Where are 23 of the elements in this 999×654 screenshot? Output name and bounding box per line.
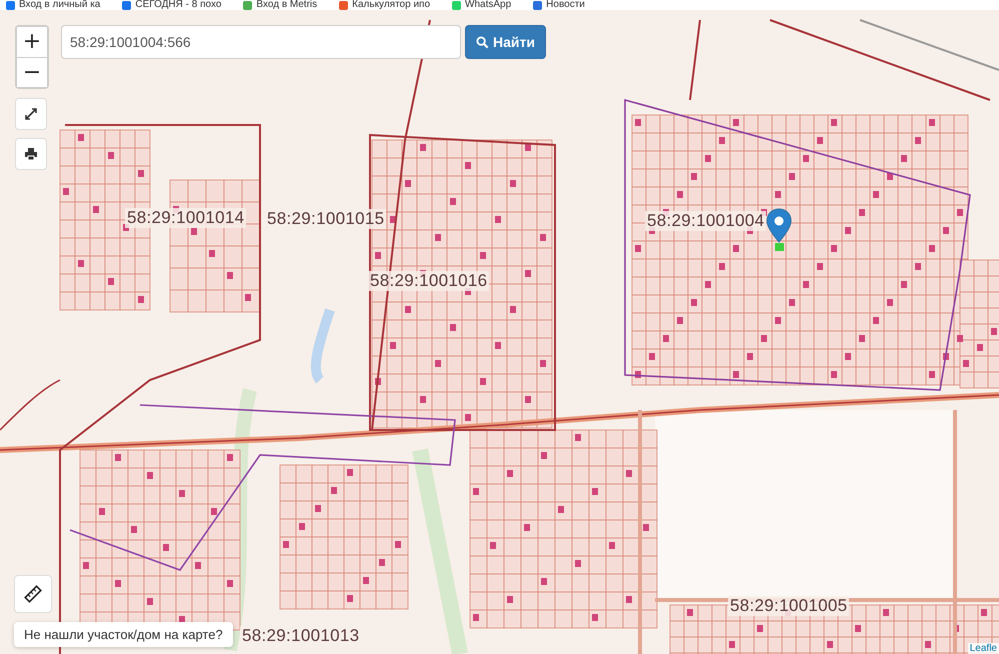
search-icon bbox=[476, 36, 489, 48]
cadastral-number-field[interactable]: 58:29:1001004:566 bbox=[61, 25, 461, 59]
expand-arrows-icon bbox=[24, 107, 38, 121]
zoom-out-button[interactable]: − bbox=[17, 57, 47, 87]
bookmark-link[interactable]: Калькулятор ипо bbox=[339, 0, 430, 10]
parcel-number-label: 58:29:1001016 bbox=[368, 271, 490, 291]
help-button[interactable]: Не нашли участок/дом на карте? bbox=[14, 622, 233, 647]
bookmark-link[interactable]: Новости bbox=[533, 0, 585, 10]
attribution-link[interactable]: Leafle bbox=[968, 643, 999, 654]
find-button[interactable]: Найти bbox=[465, 25, 546, 59]
parcel-number-label: 58:29:1001005 bbox=[728, 596, 850, 616]
measure-button[interactable] bbox=[14, 575, 52, 613]
ruler-icon bbox=[23, 584, 43, 604]
print-button[interactable] bbox=[15, 138, 47, 170]
parcel-number-label: 58:29:1001015 bbox=[265, 209, 386, 229]
printer-icon bbox=[24, 147, 38, 161]
bookmark-link[interactable]: Вход в Metris bbox=[243, 0, 318, 10]
map-pin-icon[interactable] bbox=[766, 208, 792, 252]
bookmark-link[interactable]: СЕГОДНЯ - 8 похо bbox=[122, 0, 222, 10]
bookmark-link[interactable]: WhatsApp bbox=[452, 0, 512, 10]
parcel-number-label: 58:29:1001004 bbox=[645, 211, 766, 231]
parcel-number-label: 58:29:1001014 bbox=[125, 208, 246, 228]
fullscreen-button[interactable] bbox=[15, 98, 47, 130]
